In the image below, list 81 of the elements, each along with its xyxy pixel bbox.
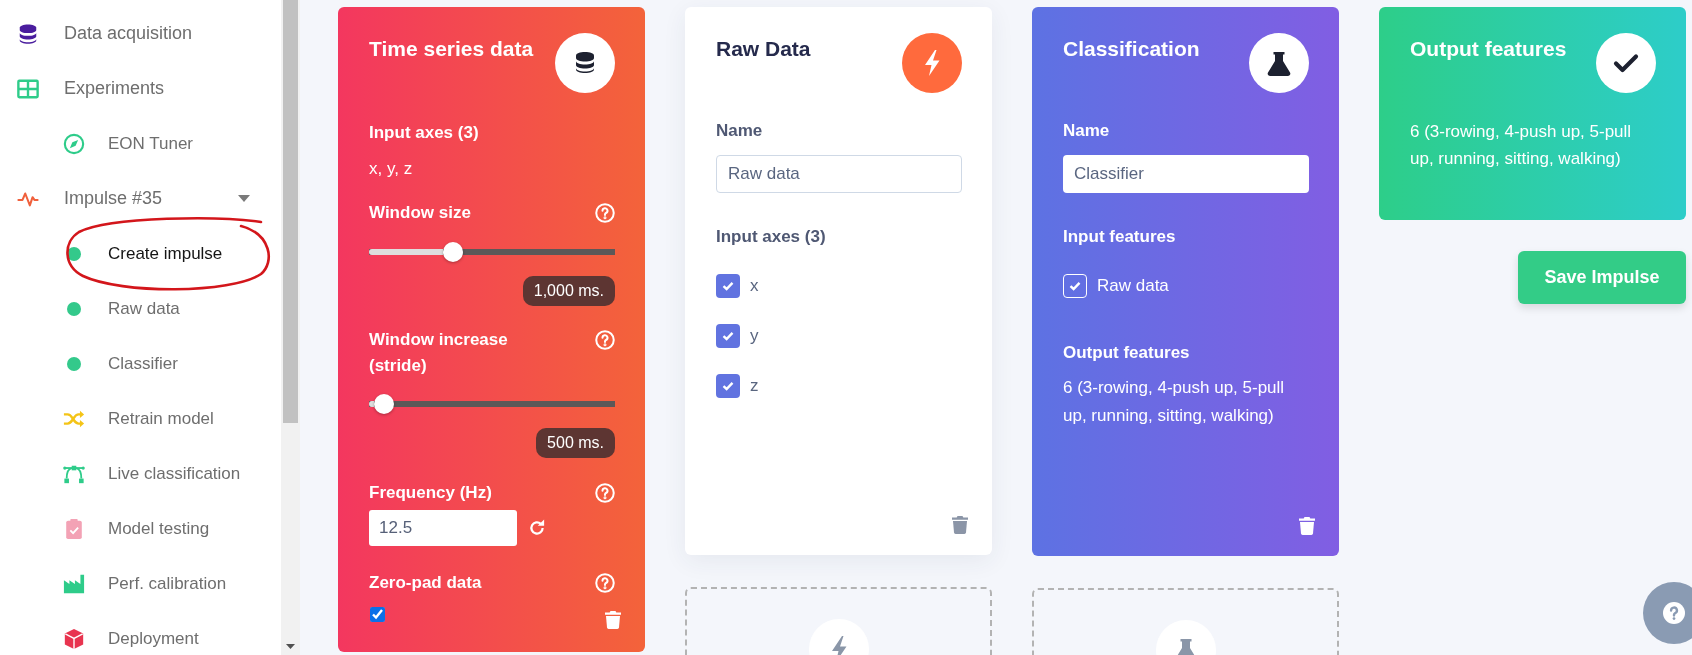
field-label: Input features xyxy=(1063,226,1177,248)
add-block-slot[interactable] xyxy=(685,587,992,655)
slider-thumb[interactable] xyxy=(373,394,394,414)
checkbox[interactable] xyxy=(1063,274,1087,298)
sidebar-item[interactable]: Deployment xyxy=(0,611,281,655)
sidebar-item[interactable]: Experiments xyxy=(0,61,281,116)
database-icon xyxy=(17,22,39,45)
axis-label: y xyxy=(750,325,759,347)
lightning-icon xyxy=(902,33,962,93)
sidebar-item[interactable]: EON Tuner xyxy=(0,116,281,171)
status-dot-icon xyxy=(67,356,81,371)
name-input[interactable]: Raw data xyxy=(716,155,962,193)
field-label: Input axes (3) xyxy=(716,226,827,248)
tick-icon xyxy=(722,381,734,391)
frequency-input[interactable]: 12.5 xyxy=(369,510,517,546)
trash-icon[interactable] xyxy=(605,611,621,629)
field-label: Name xyxy=(716,120,764,142)
axes-text: x, y, z xyxy=(369,158,414,180)
checkbox[interactable] xyxy=(370,607,385,622)
trash-icon[interactable] xyxy=(1299,517,1315,535)
add-block-slot[interactable] xyxy=(1032,588,1339,655)
field-label: Input axes (3) xyxy=(369,122,480,144)
field-label: Frequency (Hz) xyxy=(369,482,492,504)
flask-icon xyxy=(1249,33,1309,93)
trash-icon[interactable] xyxy=(952,516,968,534)
checkbox[interactable] xyxy=(716,324,740,348)
checkbox[interactable] xyxy=(716,274,740,298)
help-icon[interactable] xyxy=(595,483,615,503)
field-label: Window increase (stride) xyxy=(369,329,509,377)
sidebar-item[interactable]: Impulse #35 xyxy=(0,171,281,226)
scroll-down-arrow-icon[interactable] xyxy=(286,644,295,649)
sidebar-item[interactable]: Raw data xyxy=(0,281,281,336)
compass-icon xyxy=(63,132,85,155)
card-title: Classification xyxy=(1063,37,1200,61)
sidebar-item[interactable]: Classifier xyxy=(0,336,281,391)
tick-icon xyxy=(722,281,734,291)
scrollbar-thumb[interactable] xyxy=(283,0,298,423)
cube-icon xyxy=(63,627,85,650)
sidebar-item[interactable]: Perf. calibration xyxy=(0,556,281,611)
help-icon[interactable] xyxy=(595,573,615,593)
factory-icon xyxy=(63,572,85,595)
value-badge: 1,000 ms. xyxy=(522,276,615,306)
field-label: Zero-pad data xyxy=(369,572,482,594)
sidebar-item[interactable]: Retrain model xyxy=(0,391,281,446)
field-label: Window size xyxy=(369,202,471,224)
help-icon[interactable] xyxy=(595,203,615,223)
output-features-text: 6 (3-rowing, 4-push up, 5-pull up, running, sitting, walking) xyxy=(1410,121,1633,170)
feature-label: Raw data xyxy=(1097,275,1169,297)
caret-icon[interactable] xyxy=(238,195,250,202)
axis-label: z xyxy=(750,375,759,397)
output-features-text: 6 (3-rowing, 4-push up, 5-pull up, running, sitting, walking) xyxy=(1063,377,1286,427)
help-icon[interactable] xyxy=(595,330,615,350)
table-icon xyxy=(17,77,39,100)
sidebar-item[interactable]: Data acquisition xyxy=(0,6,281,61)
help-icon xyxy=(1663,602,1685,624)
lightning-icon[interactable] xyxy=(808,619,869,655)
card-title: Time series data xyxy=(369,37,534,61)
status-dot-icon xyxy=(67,301,81,316)
status-dot-icon xyxy=(67,246,81,261)
clipboard-check-icon xyxy=(63,517,85,540)
sidebar-item[interactable]: Model testing xyxy=(0,501,281,556)
card-title: Output features xyxy=(1410,37,1567,61)
tick-icon xyxy=(1069,281,1081,291)
name-input[interactable]: Classifier xyxy=(1063,155,1309,193)
slider-thumb[interactable] xyxy=(442,242,463,262)
sidebar-item[interactable]: Create impulse xyxy=(0,226,281,281)
checkbox[interactable] xyxy=(716,374,740,398)
field-label: Name xyxy=(1063,120,1111,142)
axis-label: x xyxy=(750,275,759,297)
flask-icon[interactable] xyxy=(1155,620,1216,655)
tick-icon xyxy=(722,331,734,341)
field-label: Output features xyxy=(1063,342,1191,364)
scrollbar[interactable] xyxy=(281,0,300,655)
value-badge: 500 ms. xyxy=(536,428,615,458)
help-button[interactable] xyxy=(1643,582,1692,644)
slider-fill xyxy=(369,401,374,407)
database-icon xyxy=(555,33,615,93)
refresh-icon[interactable] xyxy=(528,519,546,537)
card-title: Raw Data xyxy=(716,37,811,61)
checkmark-icon xyxy=(1596,33,1656,93)
sidebar-item[interactable]: Live classification xyxy=(0,446,281,501)
